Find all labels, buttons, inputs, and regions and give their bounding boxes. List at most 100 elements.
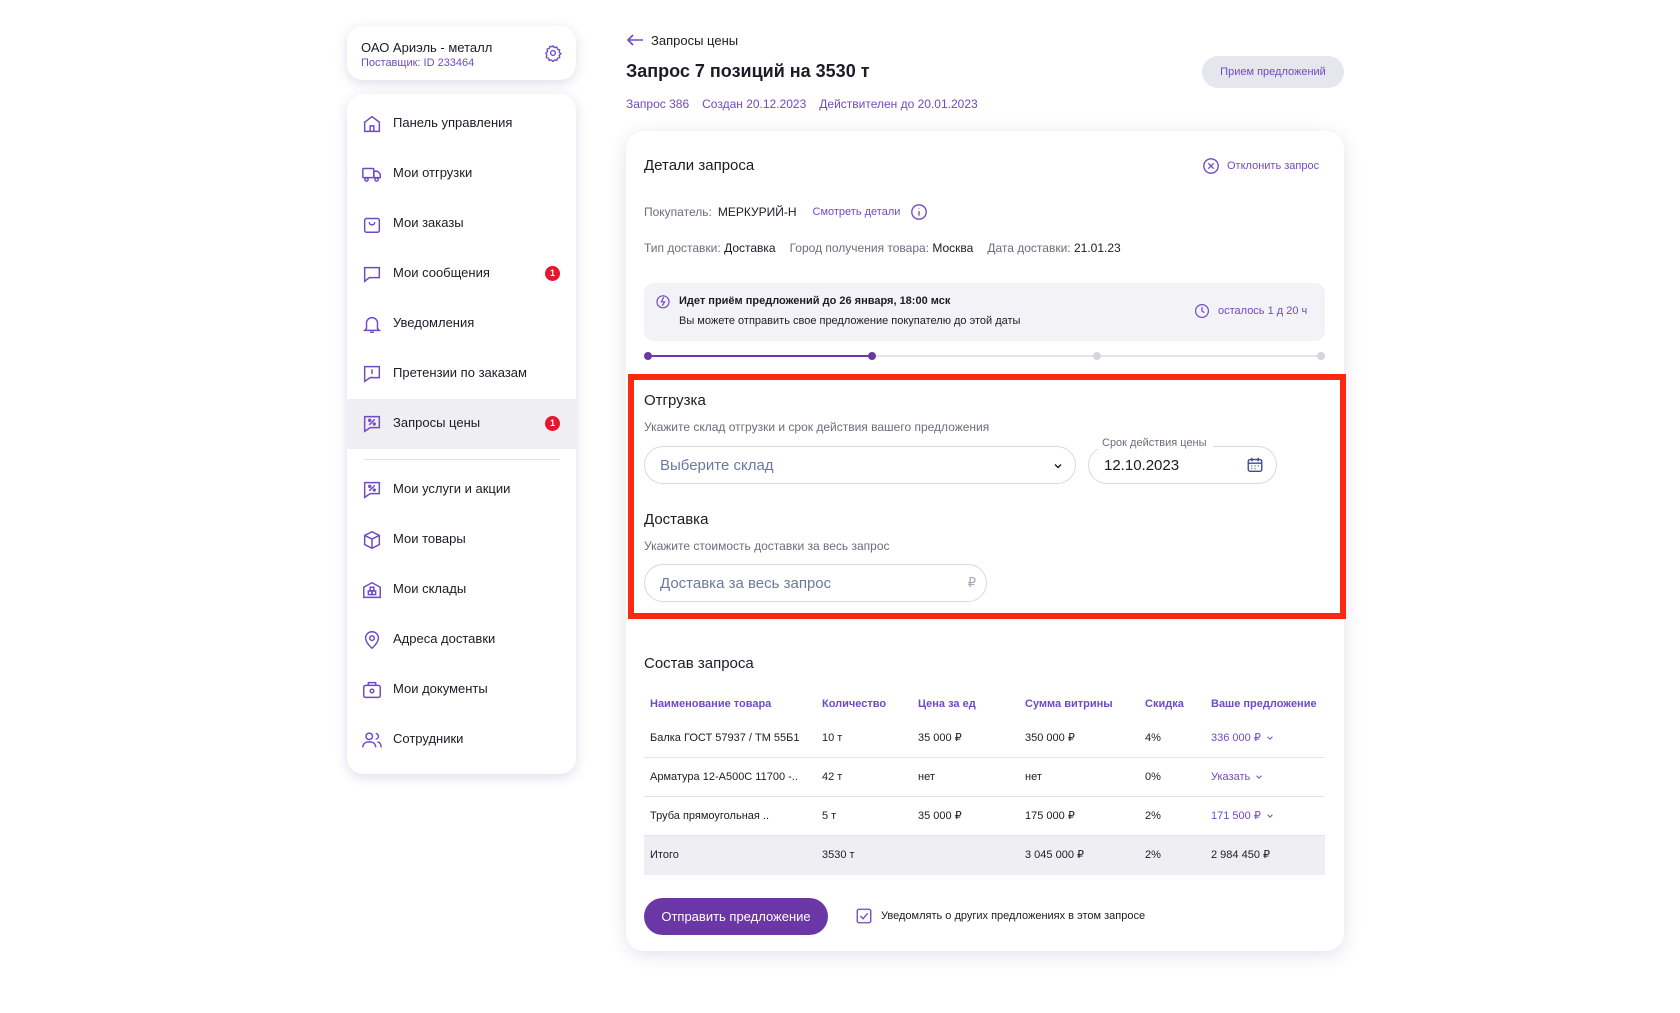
valid-until: Действителен до 20.01.2023	[819, 97, 978, 111]
showcase-sum: 350 000 ₽	[1025, 732, 1075, 744]
table-row: Балка ГОСТ 57937 / ТМ 55Б1 10 т 35 000 ₽…	[644, 719, 1325, 758]
price-validity-field[interactable]: 12.10.2023	[1088, 446, 1277, 484]
page-title: Запрос 7 позиций на 3530 т	[626, 61, 870, 81]
price-validity-value: 12.10.2023	[1104, 457, 1180, 474]
status-badge: Прием предложений	[1202, 56, 1344, 88]
supplier-id: Поставщик: ID 233464	[361, 57, 475, 69]
unit-price: 35 000 ₽	[918, 732, 962, 744]
notice-title: Идет приём предложений до 26 января, 18:…	[679, 295, 951, 307]
stepper-segment	[652, 355, 869, 357]
sidebar-item-addresses[interactable]: Адреса доставки	[347, 615, 576, 665]
request-number: Запрос 386	[626, 97, 690, 111]
sidebar-item-products[interactable]: Мои товары	[347, 515, 576, 565]
city-value: Москва	[932, 241, 974, 255]
product-name: Труба прямоугольная ..	[650, 810, 770, 822]
sidebar-item-orders[interactable]: Мои заказы	[347, 199, 576, 249]
checkbox-checked-icon[interactable]	[855, 907, 873, 925]
quantity: 10 т	[822, 732, 843, 744]
buyer-details-link[interactable]: Смотреть детали	[813, 206, 901, 218]
sidebar-item-messages[interactable]: Мои сообщения 1	[347, 249, 576, 299]
sidebar-item-label: Мои товары	[393, 531, 466, 546]
warehouse-select[interactable]: Выберите склад	[644, 446, 1076, 484]
offer-dropdown[interactable]: Указать	[1211, 758, 1263, 797]
time-remaining: осталось 1 д 20 ч	[1218, 305, 1308, 317]
offer-dropdown[interactable]: 171 500 ₽	[1211, 797, 1274, 836]
unit-price: 35 000 ₽	[918, 810, 962, 822]
sidebar-item-warehouses[interactable]: Мои склады	[347, 565, 576, 615]
stepper-segment	[876, 355, 1093, 357]
delivery-cost-input[interactable]: Доставка за весь запрос ₽	[644, 564, 987, 602]
delivery-info-row: Тип доставки: Доставка Город получения т…	[644, 241, 1121, 255]
close-circle-icon	[1203, 158, 1219, 174]
back-label: Запросы цены	[651, 32, 739, 48]
gear-icon[interactable]	[544, 44, 562, 62]
request-card: Детали запроса Отклонить запрос Покупате…	[626, 131, 1346, 951]
currency-symbol: ₽	[967, 575, 976, 590]
sidebar-item-label: Адреса доставки	[393, 631, 496, 646]
sidebar-item-documents[interactable]: Мои документы	[347, 665, 576, 715]
stepper-dot	[1317, 352, 1325, 360]
box-icon	[363, 530, 381, 550]
sidebar-item-price-requests[interactable]: Запросы цены 1	[347, 399, 576, 449]
users-icon	[362, 732, 382, 748]
showcase-sum: нет	[1025, 771, 1042, 783]
home-icon	[363, 115, 381, 133]
delivery-date-value: 21.01.23	[1073, 241, 1121, 255]
arrow-left-icon	[626, 34, 643, 46]
company-name: ОАО Ариэль - металл	[361, 40, 493, 55]
sidebar-item-services[interactable]: Мои услуги и акции	[347, 465, 576, 515]
sidebar-item-shipments[interactable]: Мои отгрузки	[347, 149, 576, 199]
info-icon[interactable]	[910, 203, 928, 221]
truck-icon	[362, 167, 381, 182]
delivery-date-label: Дата доставки:	[987, 241, 1071, 255]
bell-icon	[362, 316, 382, 333]
sidebar-item-label: Мои услуги и акции	[393, 481, 511, 496]
nav-divider	[363, 459, 560, 460]
unit-price: нет	[918, 771, 935, 783]
column-header: Скидка	[1145, 698, 1184, 710]
delivery-type-value: Доставка	[724, 241, 776, 255]
sidebar-item-dashboard[interactable]: Панель управления	[347, 99, 576, 149]
claim-icon	[363, 365, 381, 383]
percent-icon	[363, 481, 381, 499]
chevron-down-icon	[1267, 736, 1273, 741]
stepper-dot	[1092, 352, 1101, 360]
offer-dropdown[interactable]: 336 000 ₽	[1211, 719, 1274, 758]
calendar-icon[interactable]	[1246, 456, 1264, 474]
shipment-title: Отгрузка	[644, 392, 706, 409]
details-title: Детали запроса	[644, 157, 755, 174]
table-total-row: Итого 3530 т 3 045 000 ₽ 2% 2 984 450 ₽	[644, 836, 1325, 875]
unread-badge: 1	[545, 416, 560, 431]
buyer-value: МЕРКУРИЙ-Н	[717, 205, 797, 219]
sidebar-item-claims[interactable]: Претензии по заказам	[347, 349, 576, 399]
column-header: Количество	[822, 698, 887, 710]
items-table: Наименование товара Количество Цена за е…	[644, 689, 1325, 875]
sidebar-item-label: Панель управления	[393, 115, 513, 130]
column-header: Цена за ед	[918, 698, 976, 710]
column-header: Ваше предложение	[1211, 698, 1317, 710]
product-name: Балка ГОСТ 57937 / ТМ 55Б1	[650, 732, 800, 744]
back-link[interactable]: Запросы цены	[626, 31, 738, 49]
sidebar-item-label: Мои отгрузки	[393, 165, 473, 180]
unread-badge: 1	[545, 266, 560, 281]
price-validity-label: Срок действия цены	[1096, 437, 1213, 449]
notice-subtitle: Вы можете отправить свое предложение пок…	[679, 315, 1021, 327]
discount: 4%	[1145, 732, 1161, 744]
sidebar-item-employees[interactable]: Сотрудники	[347, 715, 576, 765]
decline-button[interactable]: Отклонить запрос	[1202, 157, 1319, 175]
notify-checkbox[interactable]: Уведомлять о других предложениях в этом …	[855, 907, 1145, 925]
sidebar-item-label: Мои документы	[393, 681, 488, 696]
offer-value: 171 500 ₽	[1211, 810, 1261, 822]
sidebar-item-notifications[interactable]: Уведомления	[347, 299, 576, 349]
column-header: Сумма витрины	[1025, 698, 1113, 710]
price-request-icon	[363, 415, 381, 433]
quantity: 5 т	[822, 810, 837, 822]
stepper-dot	[868, 352, 877, 360]
warehouse-placeholder: Выберите склад	[660, 457, 774, 474]
delivery-cost-placeholder: Доставка за весь запрос	[660, 575, 832, 592]
total-discount: 2%	[1145, 849, 1161, 861]
submit-offer-button[interactable]: Отправить предложение	[644, 898, 828, 935]
table-header: Наименование товара Количество Цена за е…	[644, 689, 1325, 719]
sidebar-item-label: Запросы цены	[393, 415, 481, 430]
city-label: Город получения товара:	[789, 241, 930, 255]
